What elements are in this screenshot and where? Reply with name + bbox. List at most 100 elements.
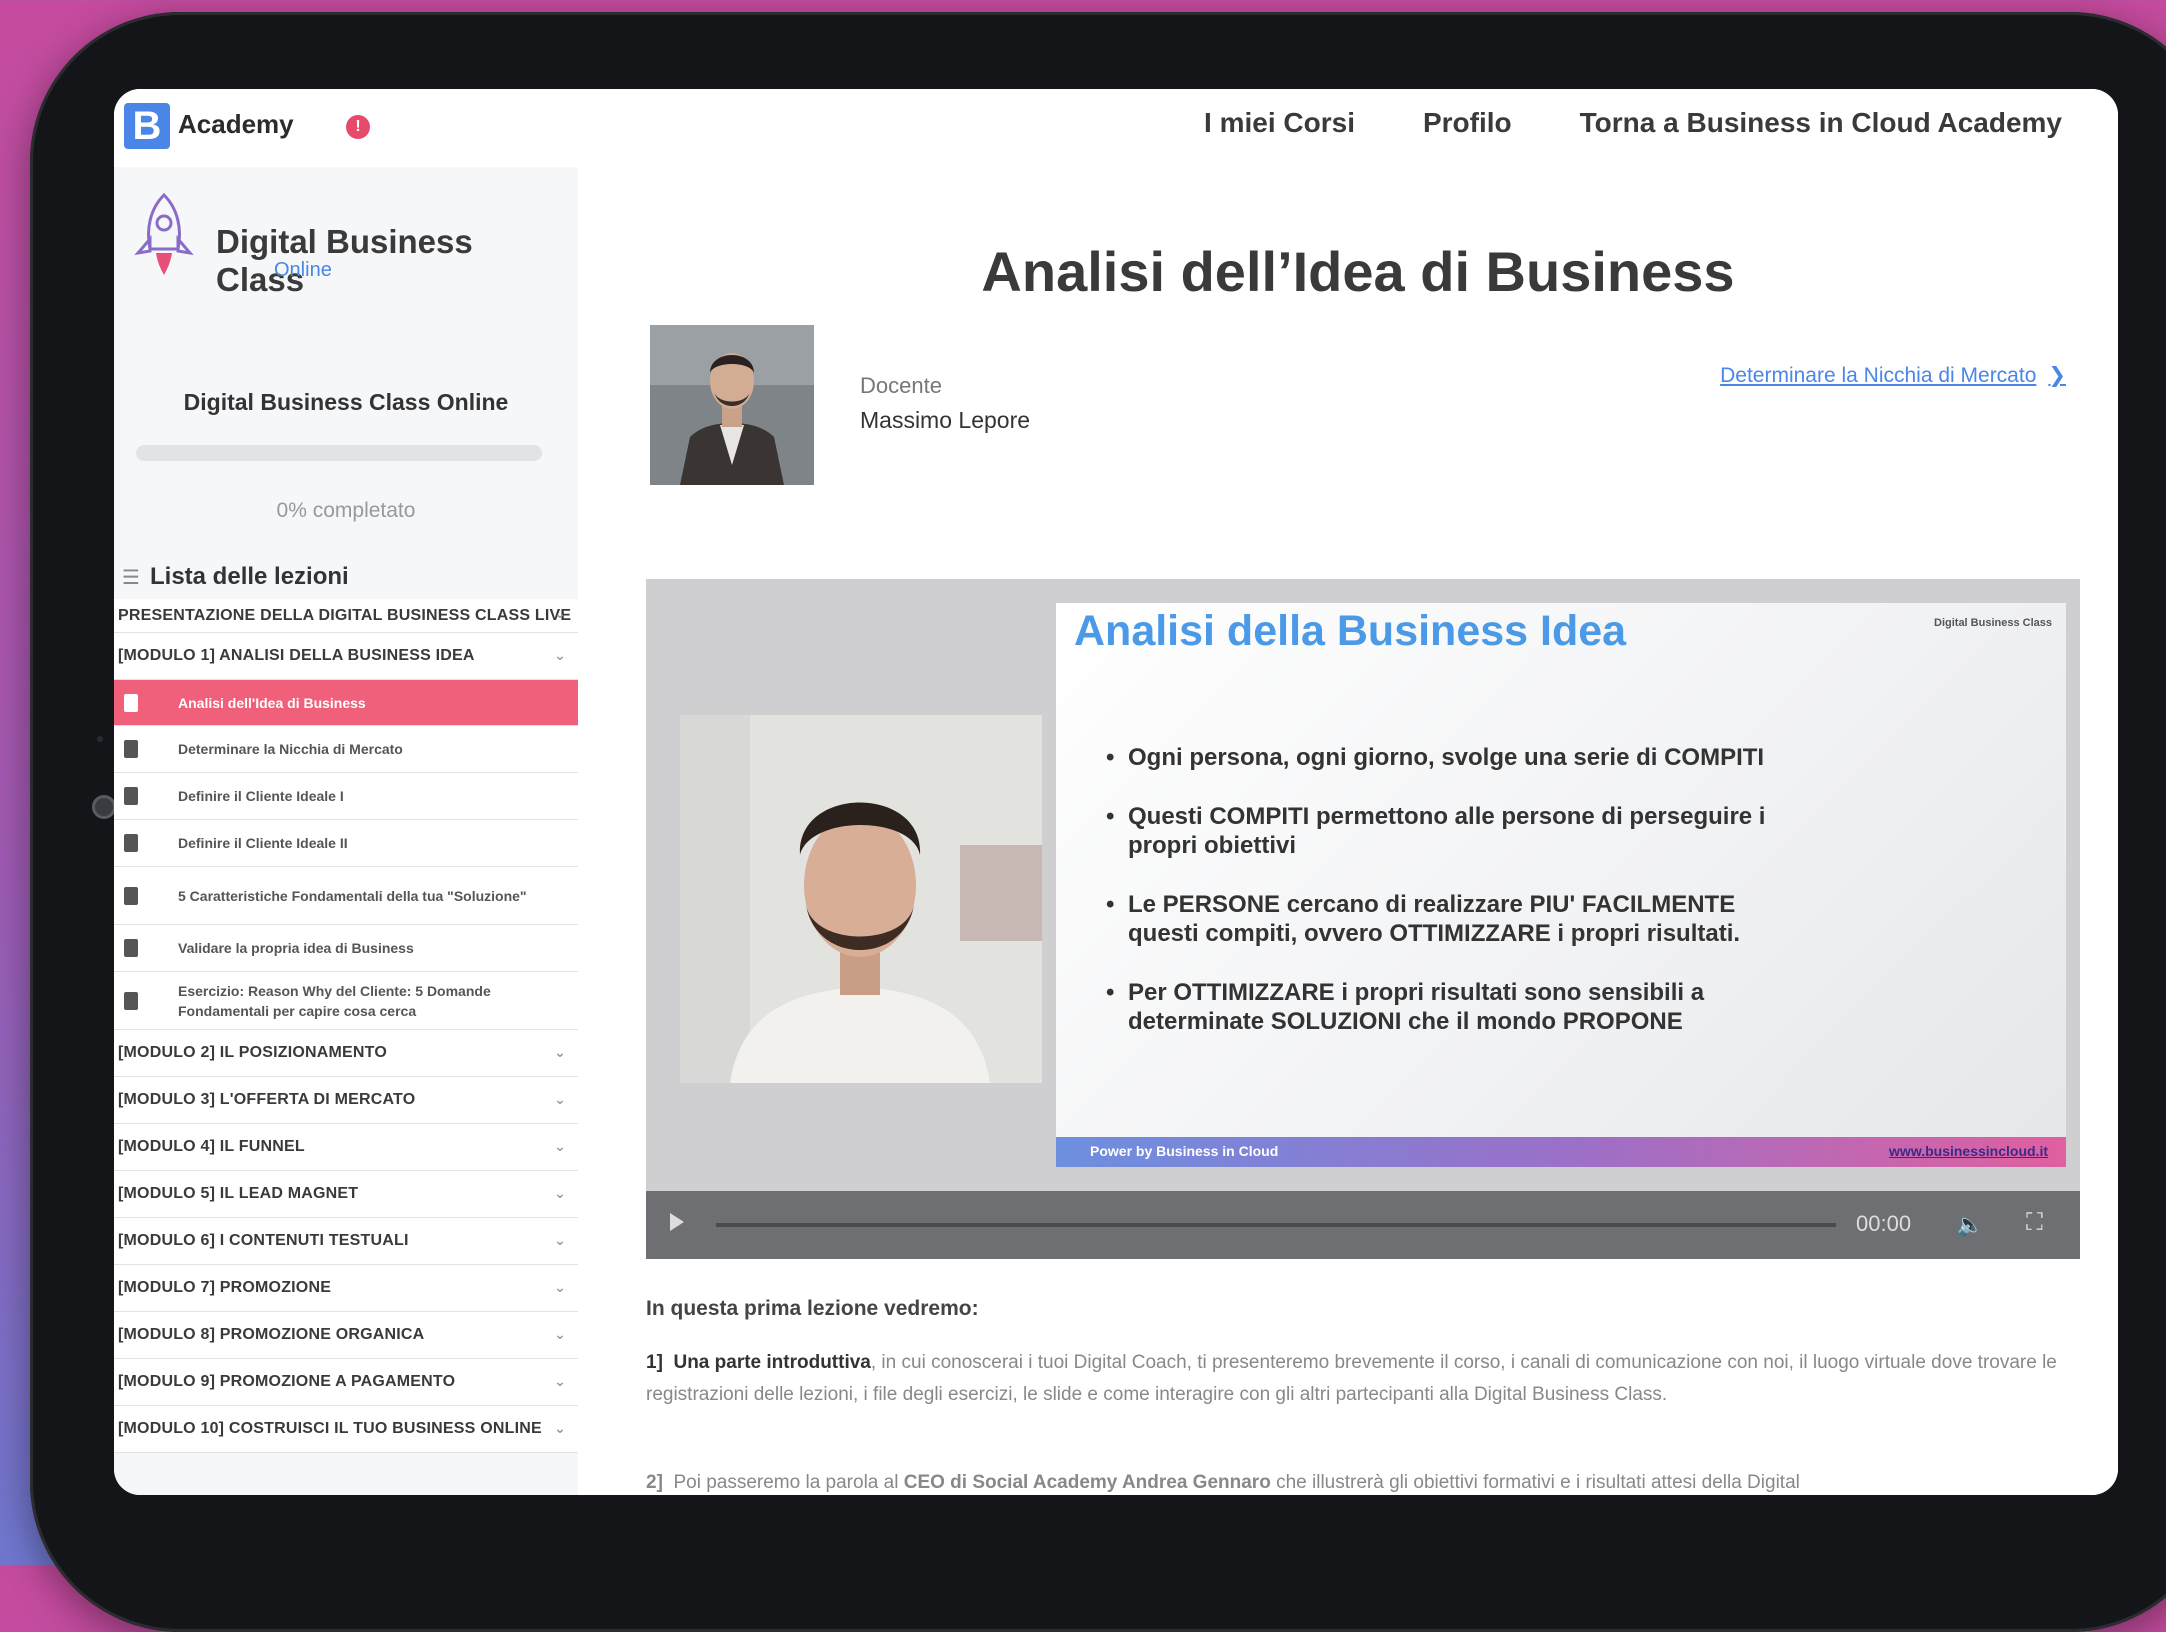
sidebar-lesson[interactable]: Definire il Cliente Ideale I: [114, 773, 578, 820]
sidebar-module[interactable]: [MODULO 8] PROMOZIONE ORGANICA ⌄: [114, 1312, 578, 1359]
chevron-down-icon: ⌄: [554, 1373, 566, 1389]
sidebar-module[interactable]: [MODULO 7] PROMOZIONE ⌄: [114, 1265, 578, 1312]
para2-number: 2]: [646, 1472, 663, 1493]
slide-bullets: Ogni persona, ogni giorno, svolge una se…: [1106, 743, 1786, 1066]
camera-dot: [92, 795, 116, 819]
academy-logo-text[interactable]: Academy: [178, 109, 294, 140]
document-icon: [124, 787, 138, 805]
course-title: Digital Business Class Online: [183, 389, 509, 415]
screen: B Academy ! I miei Corsi Profilo Torna a…: [114, 89, 2118, 1495]
para2-start: Poi passeremo la parola al: [673, 1472, 899, 1493]
list-icon: ☰: [122, 567, 140, 589]
sidebar-lesson-label: Determinare la Nicchia di Mercato: [178, 741, 403, 757]
sidebar-lesson-label: Analisi dell'Idea di Business: [178, 694, 366, 711]
chevron-down-icon: ⌄: [554, 1185, 566, 1201]
chevron-down-icon: ⌄: [554, 1138, 566, 1154]
slide-footer-url: www.businessincloud.it: [1889, 1143, 2048, 1159]
nav-profile[interactable]: Profilo: [1423, 107, 1512, 139]
nav-my-courses[interactable]: I miei Corsi: [1204, 107, 1355, 139]
course-progress-bar: [136, 445, 542, 461]
lesson-content: Analisi dell’Idea di Business Docente Ma…: [578, 167, 2118, 1495]
teacher-avatar: [650, 325, 814, 485]
main-nav: I miei Corsi Profilo Torna a Business in…: [1204, 107, 2062, 139]
top-navbar: B Academy ! I miei Corsi Profilo Torna a…: [114, 89, 2118, 168]
sensor-dot: [97, 736, 103, 742]
play-icon[interactable]: [670, 1213, 684, 1231]
sidebar-module-label: [MODULO 3] L'OFFERTA DI MERCATO: [118, 1091, 416, 1108]
sidebar-lesson-label: Definire il Cliente Ideale I: [178, 788, 344, 804]
lesson-paragraph-1: 1] Una parte introduttiva, in cui conosc…: [646, 1347, 2066, 1411]
course-brand: Digital Business Class Online: [126, 183, 566, 303]
sidebar-lesson[interactable]: Esercizio: Reason Why del Cliente: 5 Dom…: [114, 972, 578, 1030]
slide-logo: Digital Business Class: [1934, 617, 2052, 629]
nav-back-to-academy[interactable]: Torna a Business in Cloud Academy: [1580, 107, 2062, 139]
sidebar-lesson[interactable]: Definire il Cliente Ideale II: [114, 820, 578, 867]
sidebar-lesson[interactable]: Analisi dell'Idea di Business: [114, 680, 578, 726]
lesson-intro: In questa prima lezione vedremo:: [646, 1297, 979, 1320]
sidebar-lesson-label: Definire il Cliente Ideale II: [178, 835, 348, 851]
fullscreen-icon[interactable]: ⛶: [2026, 1209, 2043, 1237]
sidebar-lesson[interactable]: Determinare la Nicchia di Mercato: [114, 726, 578, 773]
slide-bullet: Ogni persona, ogni giorno, svolge una se…: [1106, 743, 1786, 772]
sidebar-module[interactable]: [MODULO 9] PROMOZIONE A PAGAMENTO ⌄: [114, 1359, 578, 1406]
video-time: 00:00: [1856, 1211, 1912, 1236]
sidebar-module[interactable]: [MODULO 3] L'OFFERTA DI MERCATO ⌄: [114, 1077, 578, 1124]
sidebar-module[interactable]: [MODULO 5] IL LEAD MAGNET ⌄: [114, 1171, 578, 1218]
video-player[interactable]: Analisi della Business Idea Digital Busi…: [646, 579, 2080, 1259]
slide-bullet: Questi COMPITI permettono alle persone d…: [1106, 802, 1786, 860]
chevron-down-icon: ⌄: [554, 647, 566, 663]
sidebar-module[interactable]: [MODULO 6] I CONTENUTI TESTUALI ⌄: [114, 1218, 578, 1265]
lesson-paragraph-2: 2] Poi passeremo la parola al CEO di Soc…: [646, 1467, 2066, 1495]
rocket-icon: [134, 192, 194, 275]
slide-title: Analisi della Business Idea: [1074, 607, 1627, 655]
sidebar-module[interactable]: [MODULO 1] ANALISI DELLA BUSINESS IDEA ⌄: [114, 633, 578, 680]
document-icon: [124, 939, 138, 957]
slide-bullet: Per OTTIMIZZARE i propri risultati sono …: [1106, 978, 1786, 1036]
chevron-right-icon: ❯: [2048, 364, 2066, 387]
next-lesson-link[interactable]: Determinare la Nicchia di Mercato ❯: [1720, 363, 2066, 388]
brand-title: Digital Business Class: [216, 223, 473, 298]
para1-number: 1]: [646, 1352, 663, 1373]
sidebar-module[interactable]: Presentazione della Digital Business Cla…: [114, 599, 578, 633]
sidebar-module-label: [MODULO 2] IL POSIZIONAMENTO: [118, 1044, 388, 1061]
teacher-name: Massimo Lepore: [860, 407, 1031, 433]
slide-footer-left: Power by Business in Cloud: [1090, 1143, 1279, 1159]
sidebar-module-label: [MODULO 4] IL FUNNEL: [118, 1138, 305, 1155]
sidebar-module-label: [MODULO 7] PROMOZIONE: [118, 1279, 332, 1296]
sidebar-lesson-label: Esercizio: Reason Why del Cliente: 5 Dom…: [178, 982, 491, 1019]
lessons-heading-label: Lista delle lezioni: [150, 563, 349, 590]
document-icon: [124, 886, 138, 905]
para1-bold: Una parte introduttiva: [673, 1352, 871, 1373]
presenter-video-thumbnail: [680, 715, 1042, 1083]
chevron-down-icon: ⌄: [554, 1420, 566, 1436]
sidebar-module-label: [MODULO 9] PROMOZIONE A PAGAMENTO: [118, 1373, 456, 1390]
chevron-down-icon: ⌄: [554, 605, 566, 621]
sidebar-module[interactable]: [MODULO 10] COSTRUISCI IL TUO BUSINESS O…: [114, 1406, 578, 1453]
sidebar-module-label: [MODULO 1] ANALISI DELLA BUSINESS IDEA: [118, 647, 475, 664]
lesson-list: Presentazione della Digital Business Cla…: [114, 599, 578, 1453]
sidebar-module-label: [MODULO 6] I CONTENUTI TESTUALI: [118, 1232, 409, 1249]
progress-text: 0% completato: [276, 499, 416, 522]
sidebar-module-label: [MODULO 10] COSTRUISCI IL TUO BUSINESS O…: [118, 1420, 542, 1437]
notification-badge[interactable]: !: [346, 115, 370, 139]
volume-icon[interactable]: 🔈: [1956, 1212, 1983, 1238]
chevron-down-icon: ⌄: [554, 1326, 566, 1342]
sidebar-lesson-label: Validare la propria idea di Business: [178, 940, 414, 956]
academy-logo-icon[interactable]: B: [124, 103, 170, 149]
sidebar-lesson[interactable]: Validare la propria idea di Business: [114, 925, 578, 972]
sidebar-lesson-label: 5 Caratteristiche Fondamentali della tua…: [178, 887, 527, 904]
chevron-down-icon: ⌄: [554, 1279, 566, 1295]
document-icon: [124, 834, 138, 852]
document-icon: [124, 693, 138, 712]
video-progress-track[interactable]: [716, 1223, 1836, 1227]
course-sidebar: Digital Business Class Online Digital Bu…: [114, 167, 579, 1495]
sidebar-module-label: [MODULO 8] PROMOZIONE ORGANICA: [118, 1326, 425, 1343]
chevron-down-icon: ⌄: [554, 1091, 566, 1107]
video-slide: Analisi della Business Idea Digital Busi…: [1056, 603, 2066, 1167]
sidebar-lesson[interactable]: 5 Caratteristiche Fondamentali della tua…: [114, 867, 578, 925]
sidebar-module-label: Presentazione della Digital Business Cla…: [118, 606, 572, 624]
chevron-down-icon: ⌄: [554, 1044, 566, 1060]
sidebar-module[interactable]: [MODULO 2] IL POSIZIONAMENTO ⌄: [114, 1030, 578, 1077]
sidebar-module[interactable]: [MODULO 4] IL FUNNEL ⌄: [114, 1124, 578, 1171]
para2-rest: che illustrerà gli obiettivi formativi e…: [1276, 1472, 1800, 1493]
